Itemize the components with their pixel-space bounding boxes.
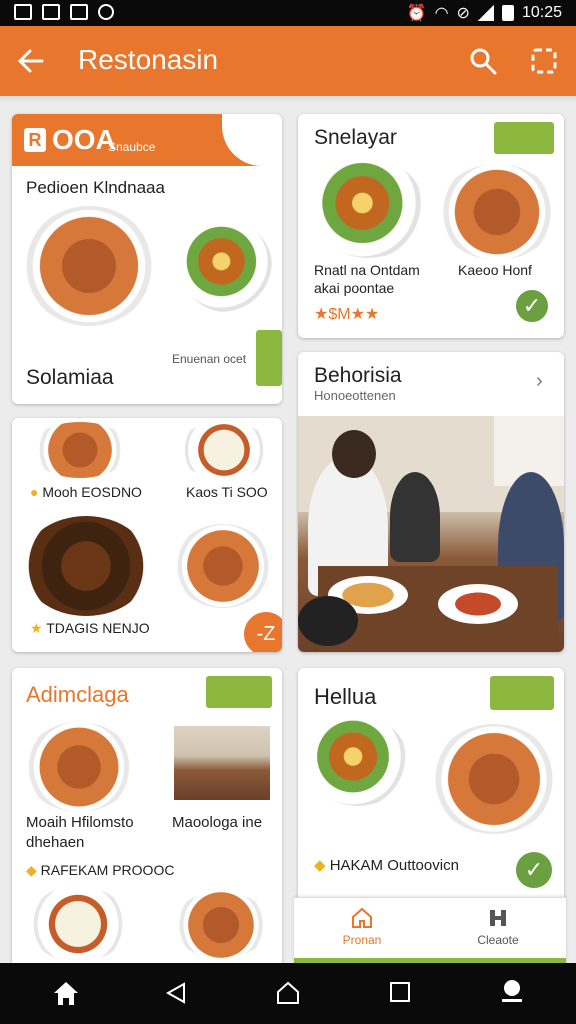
pin-icon: ●	[30, 484, 43, 500]
search-icon[interactable]	[468, 46, 498, 76]
restaurant-card-1[interactable]: R OOA Snaubce Pedioen Klndnaaa Enuenan o…	[12, 114, 282, 404]
brand-tag: Snaubce	[108, 140, 156, 154]
food-image	[24, 206, 154, 326]
card-title: Behorisia	[314, 364, 402, 387]
card-subtitle: Honoeottenen	[314, 388, 396, 403]
card-subtitle: Pedioen Klndnaaa	[26, 178, 165, 197]
tag-badge	[256, 330, 282, 386]
tag-badge	[494, 122, 554, 154]
card-footer: ◆ RAFEKAM PROOOC	[26, 862, 175, 878]
nav-item-label: Pronan	[342, 933, 382, 947]
food-image	[24, 722, 134, 812]
dish-label: ★ TDAGIS NENJO	[30, 620, 150, 636]
wifi-icon: ◠	[434, 5, 449, 22]
chat-icon	[98, 4, 114, 20]
food-image	[312, 158, 424, 258]
food-image	[22, 516, 150, 616]
food-image	[172, 892, 270, 958]
food-image	[28, 886, 128, 962]
check-icon[interactable]: ✓	[514, 850, 554, 890]
home-button-icon[interactable]	[275, 980, 301, 1006]
battery-icon	[501, 5, 514, 21]
back-icon[interactable]	[164, 981, 188, 1005]
home-outline-icon	[352, 907, 372, 928]
brand-name: OOA	[52, 124, 116, 155]
card-footer-title: Solamiaa	[26, 366, 114, 389]
image-icon	[14, 4, 32, 20]
food-image	[176, 422, 272, 478]
food-image	[308, 716, 408, 806]
restaurant-photo	[298, 416, 564, 652]
page-title: Restonasin	[78, 44, 219, 75]
dish-label: Rnatl na Ontdam	[314, 262, 420, 278]
food-image	[180, 220, 272, 312]
tag-badge	[490, 676, 554, 710]
arrow-left-icon[interactable]	[16, 46, 46, 76]
app-bar: Restonasin	[0, 26, 576, 96]
nav-item-label: Cleaote	[477, 933, 519, 947]
restaurant-card-2[interactable]: Snelayar Rnatl na Ontdam akai poontae Ka…	[298, 114, 564, 338]
upload-icon	[70, 4, 88, 20]
alarm-icon: ⏰	[406, 5, 427, 22]
grid-icon[interactable]	[530, 47, 558, 75]
check-icon[interactable]: ✓	[514, 288, 550, 324]
recents-icon[interactable]	[389, 981, 411, 1003]
home-icon[interactable]	[52, 979, 80, 1007]
tag-icon: ◆	[314, 857, 330, 874]
dish-label: Moaih Hfilomsto	[26, 814, 134, 831]
card-title: Snelayar	[314, 126, 397, 149]
tag-icon: ◆	[26, 862, 41, 878]
gallery-icon	[42, 4, 60, 20]
chevron-right-icon[interactable]: ›	[536, 370, 543, 393]
bottom-navigation: Pronan Cleaote	[294, 897, 566, 963]
dish-label: Kaeoo Honf	[458, 262, 532, 278]
tag-badge	[206, 676, 272, 708]
dish-label: akai poontae	[314, 280, 395, 296]
star-icon: ★	[30, 620, 47, 636]
dish-label: Kaos Ti SOO	[186, 484, 268, 500]
card-footer-note: Enuenan ocet	[172, 352, 247, 366]
food-image	[432, 724, 556, 834]
card-footer: ◆ HAKAM Outtoovicn	[314, 857, 459, 874]
clock: 10:25	[521, 4, 562, 21]
tools-icon	[490, 910, 506, 926]
restaurant-card-3[interactable]: ● Mooh EOSDNO Kaos Ti SOO ★ TDAGIS NENJO…	[12, 418, 282, 652]
app-bar-shadow	[0, 96, 576, 102]
system-nav-bar	[0, 963, 576, 1024]
rating-stars: ★$M★★	[314, 306, 380, 323]
fab-button[interactable]: -Z	[244, 612, 282, 652]
restaurant-card-5[interactable]: Adimclaga Moaih Hfilomsto dhehaen Maoolo…	[12, 668, 282, 968]
signal-icon	[477, 5, 494, 21]
card-title: Hellua	[314, 684, 377, 709]
dish-label: dhehaen	[26, 834, 85, 851]
nav-item-tools[interactable]: Cleaote	[430, 906, 566, 947]
food-image	[174, 524, 272, 608]
nav-item-home[interactable]: Pronan	[294, 906, 430, 947]
dish-label: ● Mooh EOSDNO	[30, 484, 142, 500]
restaurant-photo-thumb	[174, 726, 270, 800]
logo-icon: R	[24, 128, 46, 152]
dish-label: Maoologa ine	[172, 814, 263, 831]
assistant-icon[interactable]	[498, 977, 526, 1009]
food-image	[30, 422, 130, 478]
food-image	[438, 164, 556, 260]
mute-icon: ⊘	[456, 5, 470, 22]
card-title: Adimclaga	[26, 682, 129, 707]
status-bar: ⏰ ◠ ⊘ 10:25	[0, 0, 576, 26]
restaurant-card-4[interactable]: Behorisia Honoeottenen ›	[298, 352, 564, 652]
